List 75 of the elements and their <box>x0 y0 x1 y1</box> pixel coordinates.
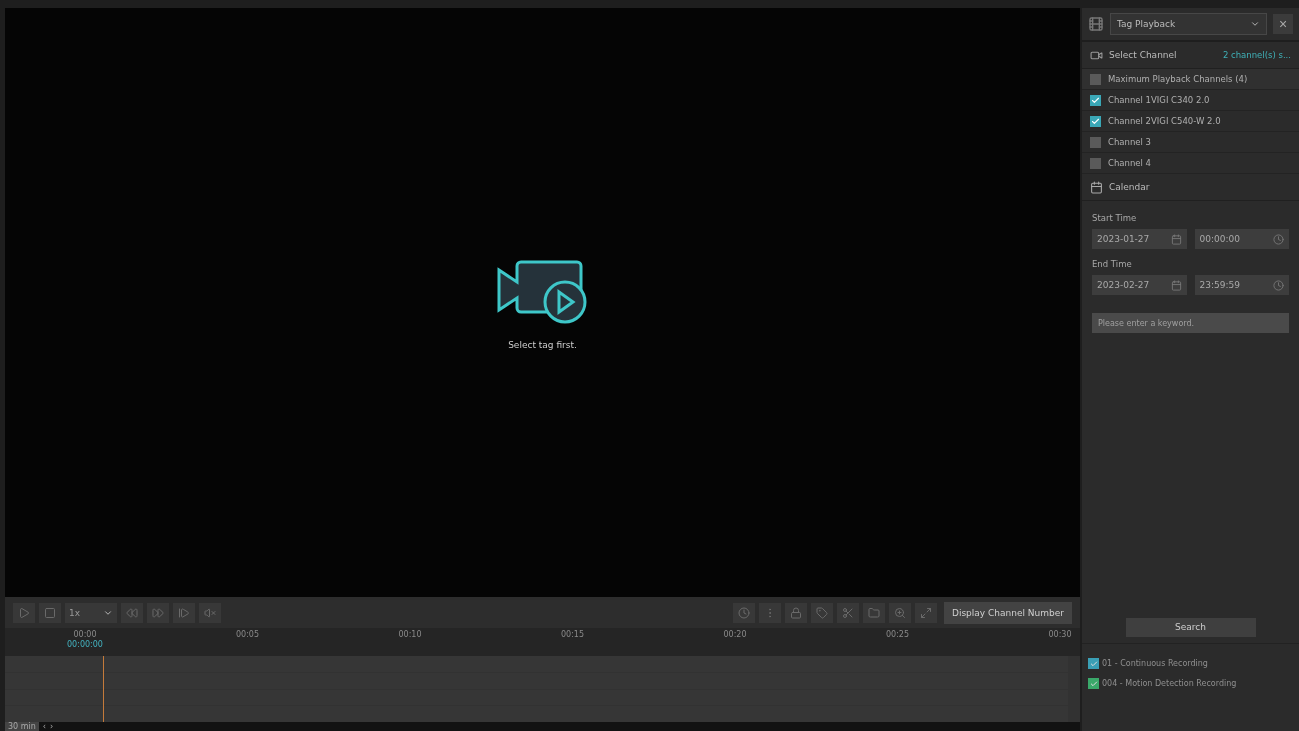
channel-summary: 2 channel(s) s... <box>1222 50 1291 60</box>
calendar-icon <box>1170 233 1182 245</box>
fast-forward-icon <box>152 606 164 619</box>
lock-button[interactable] <box>785 602 807 623</box>
clock-button[interactable] <box>733 602 755 623</box>
more-button[interactable] <box>759 602 781 623</box>
legend-checkbox[interactable] <box>1088 678 1099 689</box>
display-channel-number-button[interactable]: Display Channel Number <box>944 601 1072 624</box>
close-button[interactable]: × <box>1273 14 1293 34</box>
zoom-dropdown[interactable]: 30 min <box>5 722 39 731</box>
clock-icon <box>1273 233 1284 245</box>
checkbox[interactable] <box>1090 115 1101 127</box>
calendar-icon <box>1090 180 1103 194</box>
legend-label: 004 - Motion Detection Recording <box>1102 679 1237 688</box>
tag-icon <box>816 606 828 619</box>
next-button[interactable]: › <box>50 722 54 731</box>
play-icon <box>18 606 30 619</box>
field-label: End Time <box>1092 259 1133 269</box>
caret-icon <box>1250 19 1260 29</box>
field-label: Start Time <box>1092 213 1138 223</box>
step-forward-icon <box>178 606 190 619</box>
expand-button[interactable] <box>915 602 937 623</box>
checkbox[interactable] <box>1090 73 1101 85</box>
section-title: Select Channel <box>1109 50 1177 60</box>
lock-icon <box>790 606 802 619</box>
channel-item[interactable]: Channel 2VIGI C540-W 2.0 <box>1082 111 1299 132</box>
rewind-button[interactable] <box>121 602 143 623</box>
tick-label: 00:15 <box>560 630 585 639</box>
folder-button[interactable] <box>863 602 885 623</box>
checkbox[interactable] <box>1090 157 1101 169</box>
channel-item[interactable]: Channel 1VIGI C340 2.0 <box>1082 90 1299 111</box>
checkbox[interactable] <box>1090 94 1101 106</box>
search-button[interactable]: Search <box>1125 617 1256 637</box>
tick-label: 00:20 <box>723 630 747 639</box>
play-button[interactable] <box>13 602 35 623</box>
channel-item[interactable]: Channel 3 <box>1082 132 1299 153</box>
scissors-icon <box>842 606 854 619</box>
empty-message: Select tag first. <box>508 339 577 350</box>
zoom-in-icon <box>894 606 906 619</box>
current-time: 00:00:00 <box>67 640 103 649</box>
stop-button[interactable] <box>39 602 61 623</box>
mute-button[interactable] <box>199 602 221 623</box>
mode-dropdown[interactable]: Tag Playback <box>1110 13 1267 35</box>
date-field[interactable]: 2023-01-27 <box>1092 229 1187 249</box>
section-title: Calendar <box>1109 182 1150 192</box>
keyword-field[interactable]: Please enter a keyword. <box>1092 313 1289 333</box>
tick-label: 00:00 <box>73 630 97 639</box>
clock-icon <box>1273 279 1284 291</box>
tick-label: 00:25 <box>885 630 910 639</box>
calendar-icon <box>1170 279 1182 291</box>
speed-dropdown[interactable]: 1x <box>65 602 117 623</box>
channel-item[interactable]: Maximum Playback Channels (4) <box>1082 69 1299 90</box>
expand-icon <box>920 606 932 619</box>
previous-button[interactable]: ‹ <box>42 722 46 731</box>
fast-forward-button[interactable] <box>147 602 169 623</box>
scissors-button[interactable] <box>837 602 859 623</box>
film-icon <box>1088 16 1104 32</box>
legend-label: 01 - Continuous Recording <box>1102 659 1208 668</box>
legend-checkbox[interactable] <box>1088 658 1099 669</box>
clock-icon <box>738 606 750 619</box>
tag-button[interactable] <box>811 602 833 623</box>
zoom-button[interactable] <box>889 602 911 623</box>
time-field[interactable]: 23:59:59 <box>1194 275 1289 295</box>
tick-label: 00:05 <box>235 630 260 639</box>
rewind-icon <box>126 606 138 619</box>
folder-icon <box>868 606 880 619</box>
checkbox[interactable] <box>1090 136 1101 148</box>
mute-icon <box>204 606 216 619</box>
step-forward-button[interactable] <box>173 602 195 623</box>
time-field[interactable]: 00:00:00 <box>1194 229 1289 249</box>
tick-label: 00:30 <box>1048 630 1072 639</box>
tick-label: 00:10 <box>398 630 422 639</box>
date-field[interactable]: 2023-02-27 <box>1092 275 1187 295</box>
channel-item[interactable]: Channel 4 <box>1082 153 1299 174</box>
stop-icon <box>44 606 56 619</box>
